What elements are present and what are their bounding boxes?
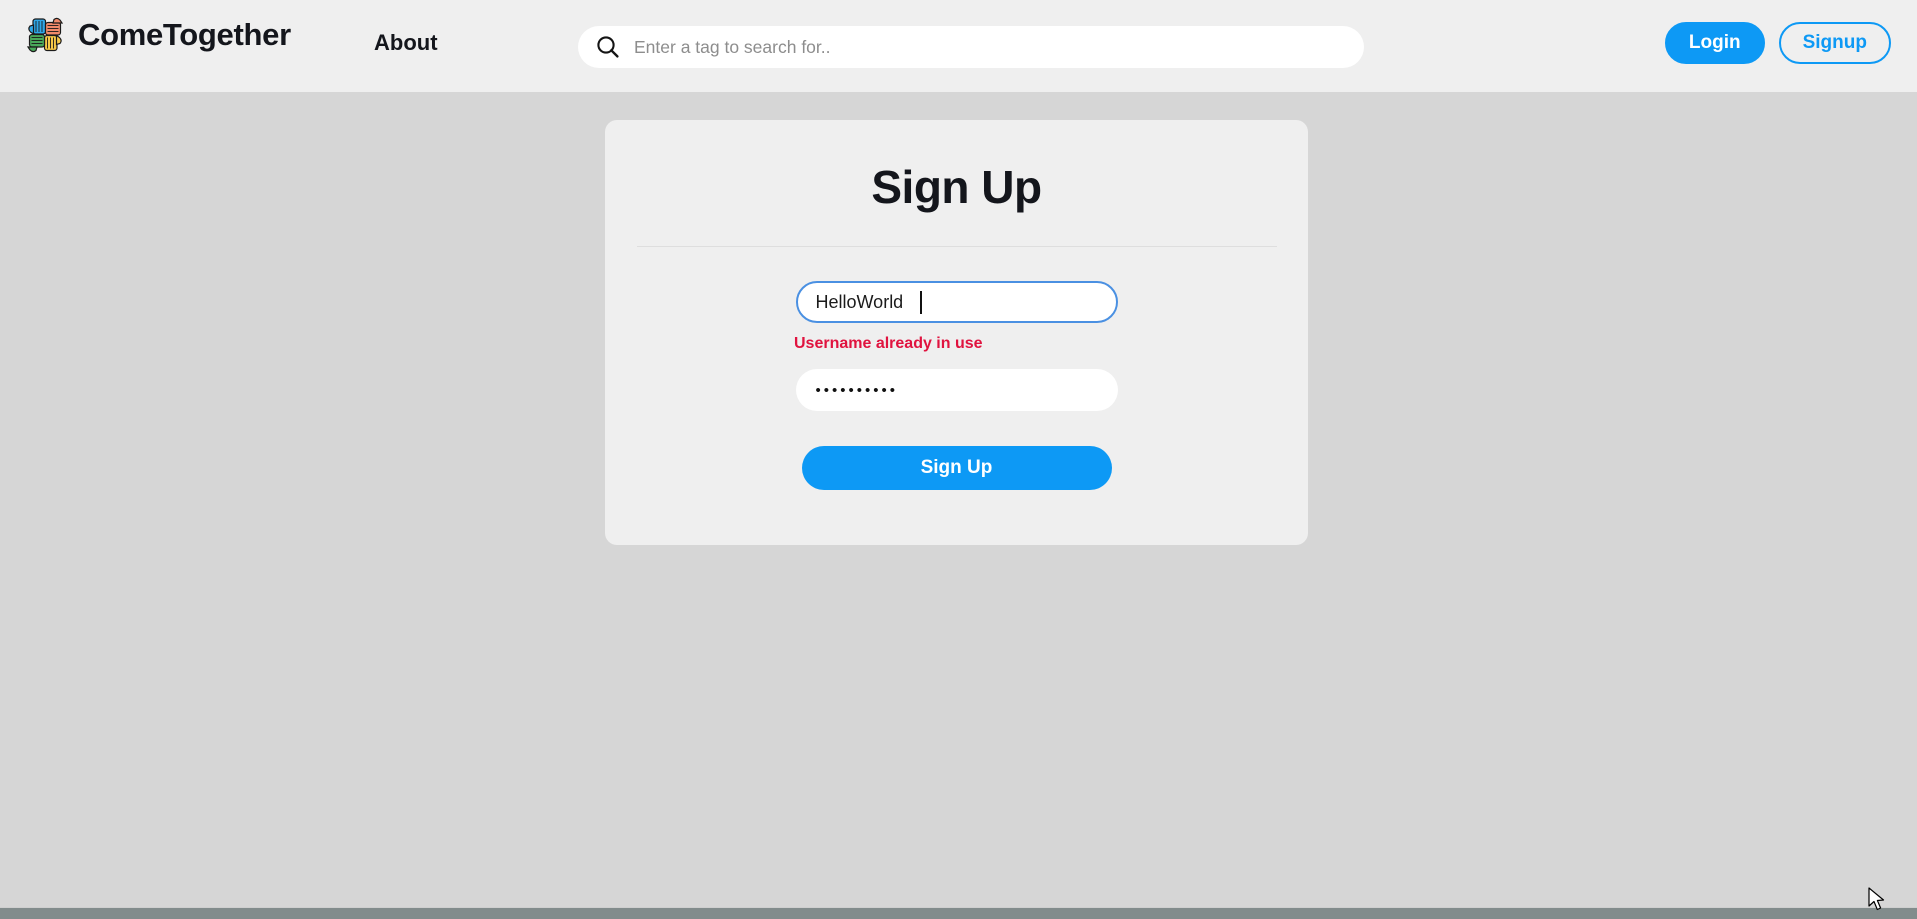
auth-buttons: Login Signup: [1664, 22, 1891, 64]
username-input[interactable]: [795, 281, 1118, 323]
login-button[interactable]: Login: [1664, 22, 1765, 64]
site-header: ComeTogether About Login Signup: [0, 0, 1917, 92]
username-error-message: Username already in use: [794, 335, 983, 352]
page-body: Sign Up Username already in use ••••••••…: [0, 92, 1917, 919]
text-caret: [919, 291, 922, 314]
signup-button[interactable]: Signup: [1778, 22, 1891, 64]
username-field-wrapper: [795, 281, 1118, 323]
search-icon: [594, 33, 622, 61]
signup-card: Sign Up Username already in use ••••••••…: [605, 120, 1308, 545]
nav-link-about[interactable]: About: [374, 30, 438, 56]
horizontal-scrollbar[interactable]: [0, 907, 1917, 919]
brand-title: ComeTogether: [78, 17, 291, 52]
four-hands-logo-icon: [24, 14, 66, 56]
scrollbar-thumb[interactable]: [0, 908, 1917, 919]
signup-submit-button[interactable]: Sign Up: [801, 446, 1112, 490]
password-input[interactable]: ••••••••••: [795, 369, 1118, 411]
brand-logo-link[interactable]: ComeTogether: [24, 14, 291, 56]
signup-form: Username already in use •••••••••• Sign …: [605, 281, 1308, 490]
password-masked-value: ••••••••••: [815, 381, 899, 399]
page-title: Sign Up: [871, 161, 1042, 213]
search-input[interactable]: [634, 32, 1346, 62]
card-divider: [636, 246, 1277, 247]
search-bar[interactable]: [578, 26, 1364, 68]
